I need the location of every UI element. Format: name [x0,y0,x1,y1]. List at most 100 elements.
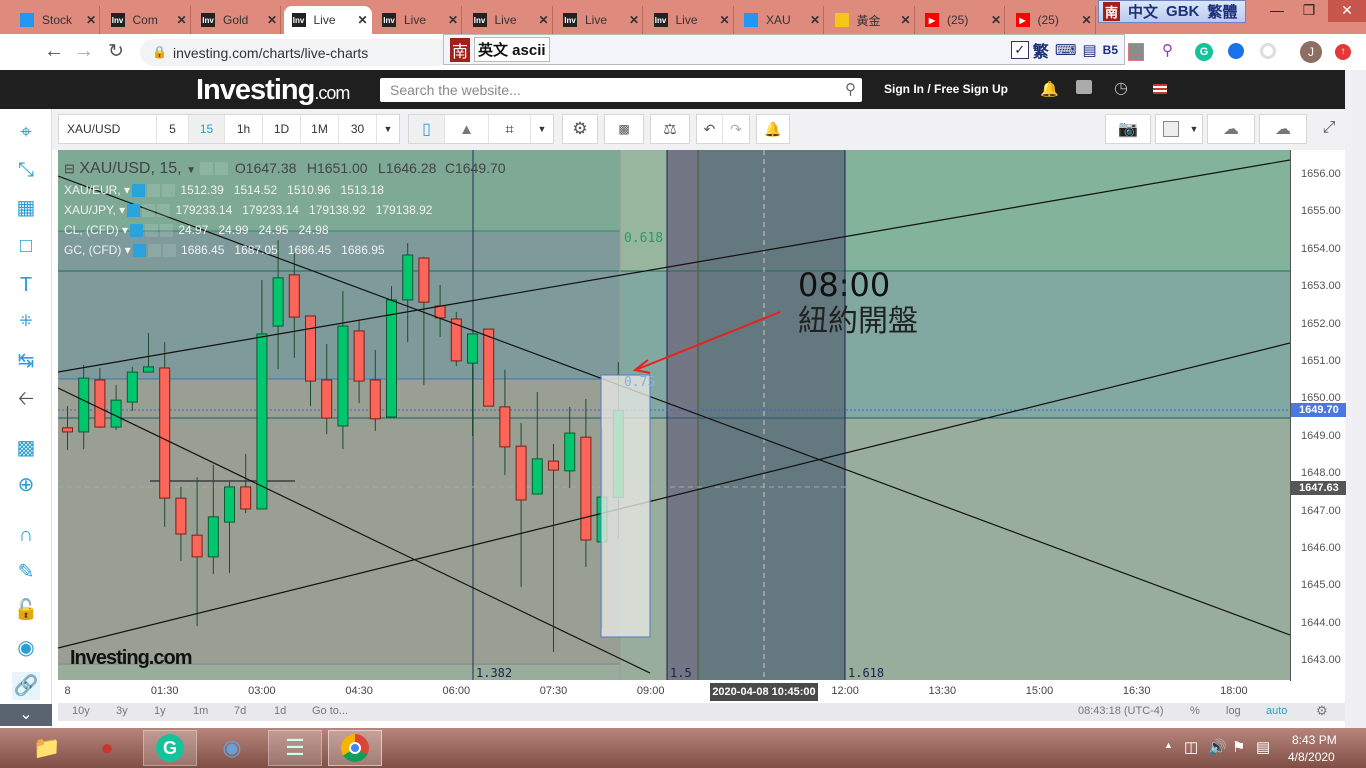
log-toggle[interactable]: log [1226,705,1241,717]
settings-button[interactable]: ⚙ [562,114,598,144]
sign-in-link[interactable]: Sign In / Free Sign Up [884,82,1008,96]
close-tab-icon[interactable]: ✕ [358,13,368,27]
compare-button[interactable]: ⚖ [650,114,690,144]
legend-dropdown-icon[interactable]: ▼ [186,165,196,176]
close-tab-icon[interactable]: ✕ [1082,13,1092,27]
close-tab-icon[interactable]: ✕ [86,13,96,27]
gear-icon[interactable] [147,184,161,198]
text-icon[interactable]: T [12,271,40,299]
bars-icon[interactable]: ⌗ [489,115,531,143]
rectangle-icon[interactable]: □ [12,232,40,260]
close-icon[interactable] [157,204,171,218]
legend-overlay[interactable]: GC, (CFD) ▾ 1686.45 1687.05 1686.45 1686… [64,243,385,258]
traditional-toggle[interactable]: 繁 [1033,38,1049,62]
close-window-button[interactable]: ✕ [1328,0,1366,22]
omnibox[interactable]: 🔒 investing.com/charts/live-charts [140,39,450,66]
taskbar-time[interactable]: 8:43 PM [1292,733,1337,747]
interval-dropdown[interactable]: ▼ [377,115,399,143]
price-axis[interactable]: 1656.00 1655.00 1654.00 1653.00 1652.00 1651.… [1290,150,1346,681]
ime-app-icon[interactable]: ● [80,730,134,766]
chrome-icon[interactable] [328,730,382,766]
close-tab-icon[interactable]: ✕ [810,13,820,27]
color-picker[interactable]: ▼ [1155,114,1203,144]
range-1m[interactable]: 1m [193,705,208,717]
avatar[interactable]: J [1300,41,1322,63]
browser-tab[interactable]: ▶ (25) ✕ [917,6,1005,34]
lock-icon[interactable]: 🔓 [12,596,40,624]
q-extension-icon[interactable] [1228,43,1244,59]
interval-1h[interactable]: 1h [225,115,263,143]
snapshot-button[interactable]: 📷 [1105,114,1151,144]
crosshair-icon[interactable]: ⌖ [12,118,40,146]
gear-icon[interactable] [215,162,229,176]
browser-tab[interactable]: Inv Live ✕ [374,6,462,34]
eye-icon[interactable] [130,224,144,238]
grammarly-app-icon[interactable]: G [143,730,197,766]
taskbar-date[interactable]: 4/8/2020 [1288,750,1335,764]
volume-icon[interactable]: 🔊 [1208,738,1227,756]
link-icon[interactable]: 🔗 [12,672,40,700]
action-center-icon[interactable]: ⚑ [1232,738,1245,756]
document-icon[interactable]: ▤ [1082,41,1096,59]
gear-icon[interactable]: ⚙ [1316,703,1328,719]
display-icon[interactable]: ▤ [1256,738,1270,756]
keyboard-icon[interactable]: ⌨ [1055,41,1077,59]
range-1d[interactable]: 1d [274,705,286,717]
close-tab-icon[interactable]: ✕ [267,13,277,27]
interval-5[interactable]: 5 [157,115,189,143]
legend-overlay[interactable]: CL, (CFD) ▾ 24.97 24.99 24.95 24.98 [64,223,329,238]
fullscreen-button[interactable]: ⤢ [1314,114,1344,144]
candles-icon[interactable]: ▯ [409,115,445,143]
undo-icon[interactable]: ↶ [697,115,723,143]
eye-icon[interactable] [132,244,146,258]
browser-tab[interactable]: Inv Live ✕ [646,6,734,34]
ime-status-bar[interactable]: 南 中文 GBK 繁體 [1098,0,1246,23]
indicators-button[interactable]: ▩ [604,114,644,144]
arrow-left-icon[interactable]: 🡠 [12,385,40,413]
auto-toggle[interactable]: auto [1266,705,1287,717]
restore-button[interactable]: ❐ [1292,0,1326,22]
save-chart-button[interactable]: ☁ [1259,114,1307,144]
browser-tab[interactable]: XAU ✕ [736,6,824,34]
range-1y[interactable]: 1y [154,705,166,717]
search-extension-icon[interactable]: ⚲ [1162,41,1173,59]
portfolio-icon[interactable] [1076,80,1092,94]
price-chart[interactable]: 0.618 0.75 1.382 1.5 1.618 08:00 紐約開盤 In… [58,150,1290,680]
collapse-icon[interactable]: ⊟ [64,161,75,176]
magnet-icon[interactable]: ∩ [12,521,40,549]
us-flag-icon[interactable] [1153,84,1167,94]
b5-toggle[interactable]: B5 [1103,43,1118,57]
browser-tab[interactable]: Inv Live ✕ [283,6,372,34]
bell-icon[interactable]: 🔔 [1040,80,1059,98]
pattern-icon[interactable]: ⁜ [12,308,40,336]
range-7d[interactable]: 7d [234,705,246,717]
investing-logo[interactable]: Investing.com [196,74,350,107]
area-chart-icon[interactable]: ▲ [445,115,489,143]
trend-line-icon[interactable]: ⤡ [12,156,40,184]
checkbox-icon[interactable]: ✓ [1010,40,1029,59]
minimize-button[interactable]: — [1260,0,1294,22]
ime-script[interactable]: 繁體 [1207,1,1237,22]
range-3y[interactable]: 3y [116,705,128,717]
range-10y[interactable]: 10y [72,705,90,717]
close-icon[interactable] [160,224,174,238]
search-input[interactable]: Search the website... ⚲ [380,78,862,102]
chromium-icon[interactable]: ◉ [205,730,259,766]
alert-button[interactable]: 🔔 [756,114,790,144]
close-tab-icon[interactable]: ✕ [901,13,911,27]
forward-icon[interactable]: → [74,40,94,63]
browser-tab[interactable]: Inv Com ✕ [103,6,191,34]
file-explorer-icon[interactable]: 📁 [20,730,74,766]
gear-icon[interactable] [147,244,161,258]
browser-tab[interactable]: Inv Gold ✕ [193,6,281,34]
ring-extension-icon[interactable] [1260,43,1276,59]
browser-tab[interactable]: Inv Live ✕ [555,6,643,34]
eye-icon[interactable] [200,162,214,176]
browser-tab[interactable]: ▶ (25) ✕ [1008,6,1096,34]
eye-icon[interactable] [132,184,146,198]
reload-icon[interactable]: ↻ [108,40,124,63]
redo-icon[interactable]: ↷ [723,115,749,143]
measure-icon[interactable]: ↹ [12,347,40,375]
eye-icon[interactable]: ◉ [12,634,40,662]
close-icon[interactable] [162,244,176,258]
